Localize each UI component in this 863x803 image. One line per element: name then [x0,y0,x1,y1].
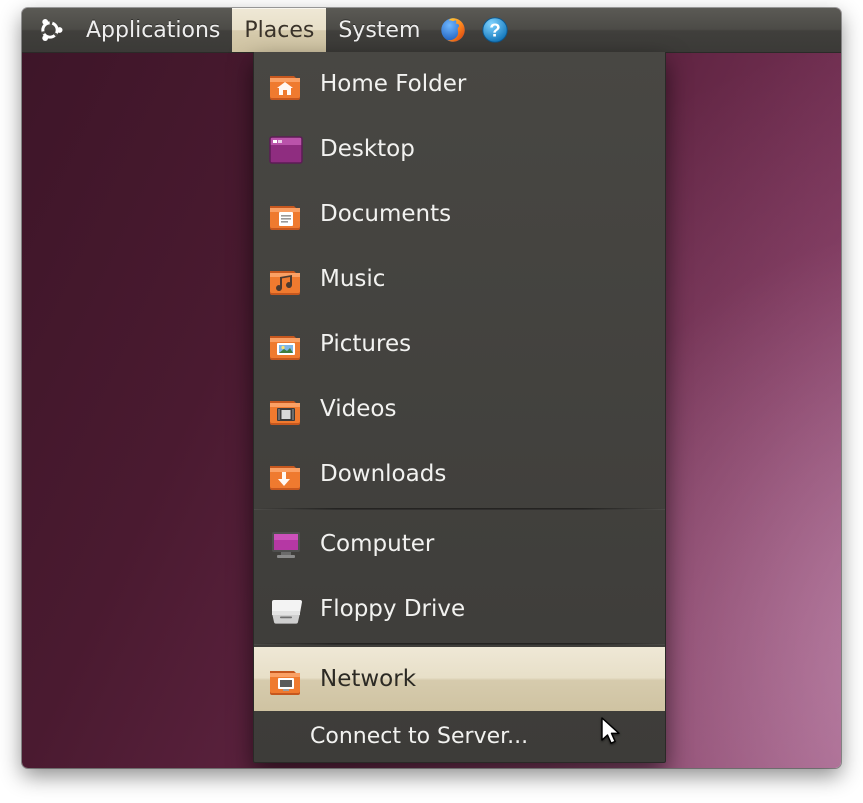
menu-item-label: Pictures [320,331,651,357]
menu-item-label: Connect to Server... [310,724,651,749]
menu-item-pictures[interactable]: Pictures [254,311,665,376]
menu-item-label: Documents [320,201,651,227]
menu-item-label: Network [320,666,651,692]
network-folder-icon [266,659,306,699]
menu-label: Places [244,18,314,43]
places-menu: Home Folder Desktop [253,52,666,763]
menu-separator [254,508,665,510]
menu-item-network[interactable]: Network [254,647,665,711]
menu-item-label: Downloads [320,461,651,487]
floppy-drive-icon [266,589,306,629]
music-folder-icon [266,259,306,299]
videos-folder-icon [266,389,306,429]
menu-item-home[interactable]: Home Folder [254,52,665,116]
downloads-folder-icon [266,454,306,494]
launcher-help[interactable]: ? [474,8,516,52]
documents-folder-icon [266,194,306,234]
desktop-icon [266,129,306,169]
menu-item-label: Floppy Drive [320,596,651,622]
firefox-icon [438,15,468,45]
menu-item-downloads[interactable]: Downloads [254,441,665,506]
menu-item-label: Home Folder [320,71,651,97]
distributor-logo[interactable] [22,8,74,52]
home-folder-icon [266,64,306,104]
menu-item-label: Computer [320,531,651,557]
menu-places[interactable]: Places [232,8,326,52]
menu-item-computer[interactable]: Computer [254,512,665,576]
help-icon: ? [480,15,510,45]
menu-item-label: Videos [320,396,651,422]
menu-label: Applications [86,18,220,43]
menu-separator [254,643,665,645]
menu-item-music[interactable]: Music [254,246,665,311]
menu-label: System [338,18,420,43]
computer-icon [266,524,306,564]
top-panel: Applications Places System [22,8,841,53]
launcher-firefox[interactable] [432,8,474,52]
menu-item-floppy[interactable]: Floppy Drive [254,576,665,641]
ubuntu-logo-icon [36,16,64,44]
menu-applications[interactable]: Applications [74,8,232,52]
pictures-folder-icon [266,324,306,364]
menu-item-documents[interactable]: Documents [254,181,665,246]
menu-item-label: Music [320,266,651,292]
menu-item-connect-to-server[interactable]: Connect to Server... [254,711,665,760]
menu-item-videos[interactable]: Videos [254,376,665,441]
menu-system[interactable]: System [326,8,432,52]
desktop-screenshot: Applications Places System [22,8,841,768]
menu-item-desktop[interactable]: Desktop [254,116,665,181]
menu-item-label: Desktop [320,136,651,162]
svg-text:?: ? [490,20,501,41]
